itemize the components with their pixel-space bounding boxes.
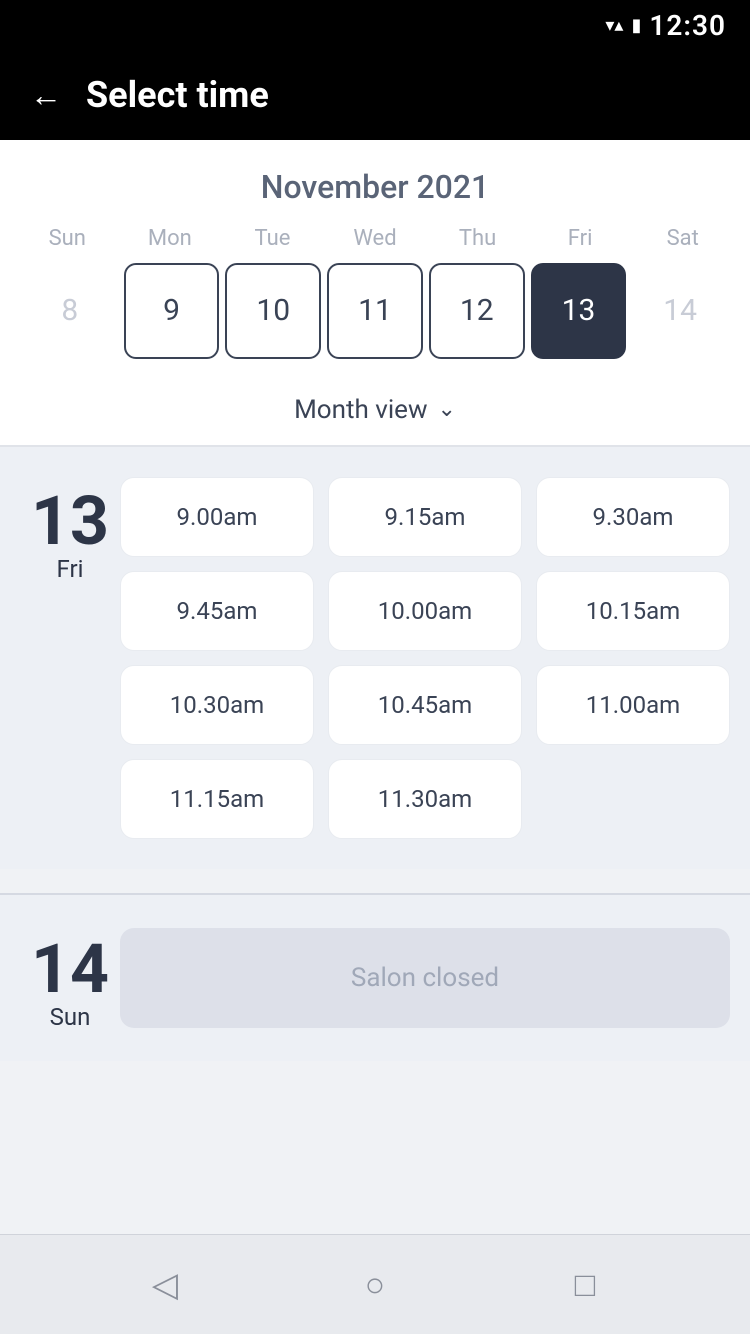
day-number-col-13: 13 Fri bbox=[20, 477, 120, 583]
time-slot-1030am[interactable]: 10.30am bbox=[120, 665, 314, 745]
day-slots-header-13: 13 Fri 9.00am 9.15am 9.30am 9.45am 10.00… bbox=[20, 477, 730, 839]
back-button[interactable]: ← bbox=[30, 79, 62, 111]
day-cell-13[interactable]: 13 bbox=[531, 263, 627, 359]
calendar-month-year: November 2021 bbox=[16, 168, 734, 206]
bottom-nav: ◁ ○ □ bbox=[0, 1234, 750, 1334]
nav-recent-icon[interactable]: □ bbox=[555, 1255, 615, 1315]
day-headers: Sun Mon Tue Wed Thu Fri Sat bbox=[16, 226, 734, 251]
day-header-sat: Sat bbox=[631, 226, 734, 251]
time-slot-1045am[interactable]: 10.45am bbox=[328, 665, 522, 745]
time-slot-1130am[interactable]: 11.30am bbox=[328, 759, 522, 839]
time-slot-1115am[interactable]: 11.15am bbox=[120, 759, 314, 839]
status-bar: ▾▴ ▮ 12:30 bbox=[0, 0, 750, 50]
time-slot-1100am[interactable]: 11.00am bbox=[536, 665, 730, 745]
calendar-section: November 2021 Sun Mon Tue Wed Thu Fri Sa… bbox=[0, 140, 750, 379]
slots-grid-13: 9.00am 9.15am 9.30am 9.45am 10.00am 10.1… bbox=[120, 477, 730, 839]
time-slot-930am[interactable]: 9.30am bbox=[536, 477, 730, 557]
closed-section-14: 14 Sun Salon closed bbox=[0, 895, 750, 1061]
day-header-thu: Thu bbox=[426, 226, 529, 251]
big-day-num-14: 14 bbox=[31, 935, 109, 1003]
month-view-toggle[interactable]: Month view ⌄ bbox=[0, 379, 750, 445]
day-cell-11[interactable]: 11 bbox=[327, 263, 423, 359]
big-day-name-14: Sun bbox=[50, 1003, 91, 1031]
battery-icon: ▮ bbox=[631, 15, 641, 36]
time-slot-900am[interactable]: 9.00am bbox=[120, 477, 314, 557]
day-header-sun: Sun bbox=[16, 226, 119, 251]
day-cell-14[interactable]: 14 bbox=[632, 263, 728, 359]
day-header-tue: Tue bbox=[221, 226, 324, 251]
time-slot-1000am[interactable]: 10.00am bbox=[328, 571, 522, 651]
time-slot-1015am[interactable]: 10.15am bbox=[536, 571, 730, 651]
closed-day-col-14: 14 Sun bbox=[20, 925, 120, 1031]
status-time: 12:30 bbox=[649, 9, 726, 42]
nav-home-icon[interactable]: ○ bbox=[345, 1255, 405, 1315]
wifi-icon: ▾▴ bbox=[605, 15, 623, 36]
day-header-mon: Mon bbox=[119, 226, 222, 251]
day-cell-10[interactable]: 10 bbox=[225, 263, 321, 359]
day-block-13: 13 Fri 9.00am 9.15am 9.30am 9.45am 10.00… bbox=[20, 477, 730, 839]
time-slot-945am[interactable]: 9.45am bbox=[120, 571, 314, 651]
time-slot-915am[interactable]: 9.15am bbox=[328, 477, 522, 557]
day-header-wed: Wed bbox=[324, 226, 427, 251]
day-cell-8[interactable]: 8 bbox=[22, 263, 118, 359]
time-slots-section-13: 13 Fri 9.00am 9.15am 9.30am 9.45am 10.00… bbox=[0, 447, 750, 869]
nav-back-icon[interactable]: ◁ bbox=[135, 1255, 195, 1315]
salon-closed-label: Salon closed bbox=[120, 928, 730, 1028]
page-title: Select time bbox=[86, 74, 269, 116]
month-view-label: Month view bbox=[294, 395, 427, 425]
day-header-fri: Fri bbox=[529, 226, 632, 251]
big-day-name-13: Fri bbox=[57, 555, 84, 583]
day-cell-12[interactable]: 12 bbox=[429, 263, 525, 359]
big-day-num-13: 13 bbox=[31, 487, 109, 555]
day-cell-9[interactable]: 9 bbox=[124, 263, 220, 359]
header: ← Select time bbox=[0, 50, 750, 140]
day-row: 8 9 10 11 12 13 14 bbox=[16, 263, 734, 379]
chevron-down-icon: ⌄ bbox=[437, 397, 455, 422]
closed-block-14: 14 Sun Salon closed bbox=[20, 925, 730, 1031]
status-icons: ▾▴ ▮ 12:30 bbox=[605, 9, 726, 42]
